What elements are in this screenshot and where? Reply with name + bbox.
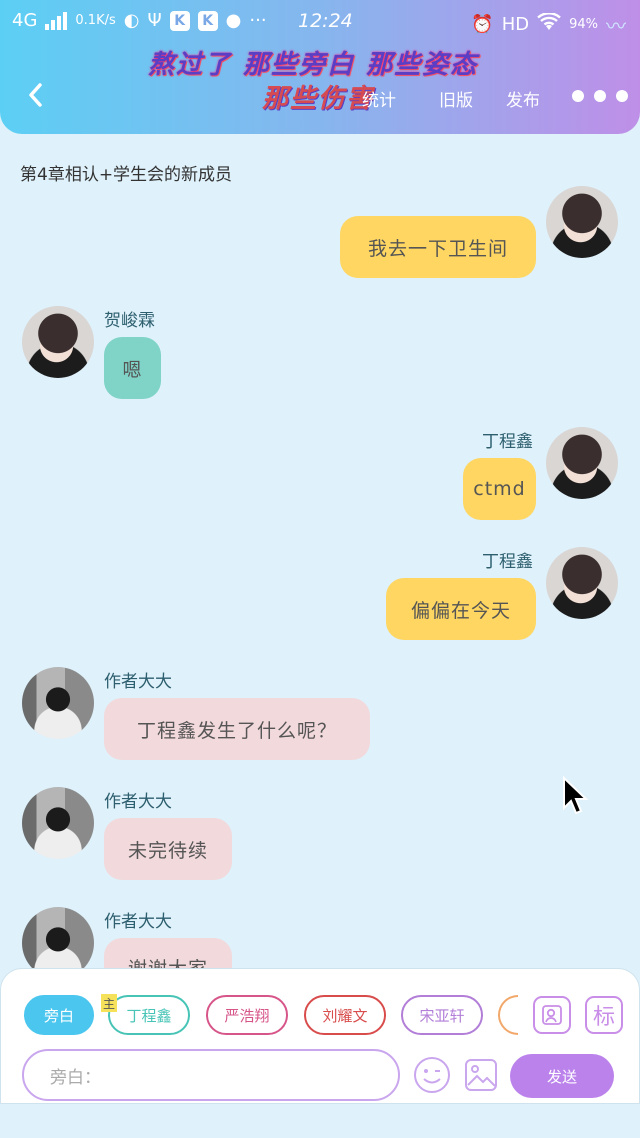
banner-line-2: 那些伤害 bbox=[262, 84, 375, 114]
sender-name: 作者大大 bbox=[104, 912, 172, 932]
nav-publish[interactable]: 发布 bbox=[506, 86, 540, 111]
bird-icon: 〰 bbox=[606, 14, 626, 38]
avatar[interactable] bbox=[22, 306, 94, 378]
character-chip-4[interactable]: 宋亚轩 bbox=[401, 995, 483, 1035]
signal-icon bbox=[45, 11, 68, 30]
avatar[interactable] bbox=[22, 667, 94, 739]
sender-name: 作者大大 bbox=[104, 672, 172, 692]
mouse-cursor-icon bbox=[563, 776, 589, 815]
top-header: 4G 0.1K/s ◐ Ψ K K ● ··· 12:24 ⏰ HD 94% 〰… bbox=[0, 0, 640, 134]
character-chip-1[interactable]: 丁程鑫 bbox=[108, 995, 190, 1035]
nav-stats[interactable]: 统计 bbox=[362, 86, 396, 111]
sender-name: 贺峻霖 bbox=[104, 311, 155, 331]
character-chip-3[interactable]: 刘耀文 bbox=[304, 995, 386, 1035]
usb-icon: Ψ bbox=[147, 10, 162, 31]
tag-icon[interactable]: 标 bbox=[585, 996, 623, 1034]
sender-name: 丁程鑫 bbox=[482, 432, 533, 452]
character-manage-icon[interactable] bbox=[533, 996, 571, 1034]
network-speed: 0.1K/s bbox=[75, 13, 116, 28]
avatar[interactable] bbox=[546, 186, 618, 258]
avatar[interactable] bbox=[22, 787, 94, 859]
banner-line-1: 熬过了 那些旁白 那些姿态 bbox=[148, 50, 479, 80]
wifi-icon bbox=[537, 12, 561, 36]
character-chip-2[interactable]: 严浩翔 bbox=[206, 995, 288, 1035]
hd-indicator: HD bbox=[501, 14, 530, 35]
battery-level: 94% bbox=[569, 17, 598, 32]
more-notifications-icon: ··· bbox=[249, 10, 267, 31]
sender-name: 作者大大 bbox=[104, 792, 172, 812]
alarm-icon: ⏰ bbox=[471, 14, 494, 35]
nav-old-version[interactable]: 旧版 bbox=[439, 86, 473, 111]
character-chip-narrator[interactable]: 旁白 bbox=[24, 995, 94, 1035]
avatar[interactable] bbox=[546, 427, 618, 499]
clock: 12:24 bbox=[298, 10, 353, 32]
send-button[interactable]: 发送 bbox=[510, 1054, 614, 1098]
message-bubble: ctmd bbox=[463, 458, 536, 520]
k-app-icon: K bbox=[169, 10, 190, 31]
message-bubble: 我去一下卫生间 bbox=[340, 216, 536, 278]
sender-name: 丁程鑫 bbox=[482, 552, 533, 572]
message-input[interactable]: 旁白： bbox=[22, 1049, 400, 1101]
emoji-icon[interactable] bbox=[412, 1055, 452, 1095]
message-bubble: 嗯 bbox=[104, 337, 161, 399]
more-menu-icon[interactable] bbox=[572, 90, 628, 102]
browser-icon: ◐ bbox=[123, 10, 140, 31]
chapter-title: 第4章相认+学生会的新成员 bbox=[20, 165, 233, 185]
message-bubble: 偏偏在今天 bbox=[386, 578, 536, 640]
message-bubble: 未完待续 bbox=[104, 818, 232, 880]
status-bar: 4G 0.1K/s ◐ Ψ K K ● ··· 12:24 ⏰ HD 94% 〰 bbox=[0, 0, 640, 44]
chat-icon: ● bbox=[225, 10, 242, 31]
message-bubble: 丁程鑫发生了什么呢？ bbox=[104, 698, 370, 760]
chevron-left-icon bbox=[29, 83, 42, 107]
image-icon[interactable] bbox=[463, 1057, 499, 1093]
k-app-icon-2: K bbox=[197, 10, 218, 31]
network-type: 4G bbox=[12, 10, 38, 31]
avatar[interactable] bbox=[546, 547, 618, 619]
main-character-tag: 主 bbox=[101, 994, 117, 1012]
back-button[interactable] bbox=[22, 80, 52, 110]
